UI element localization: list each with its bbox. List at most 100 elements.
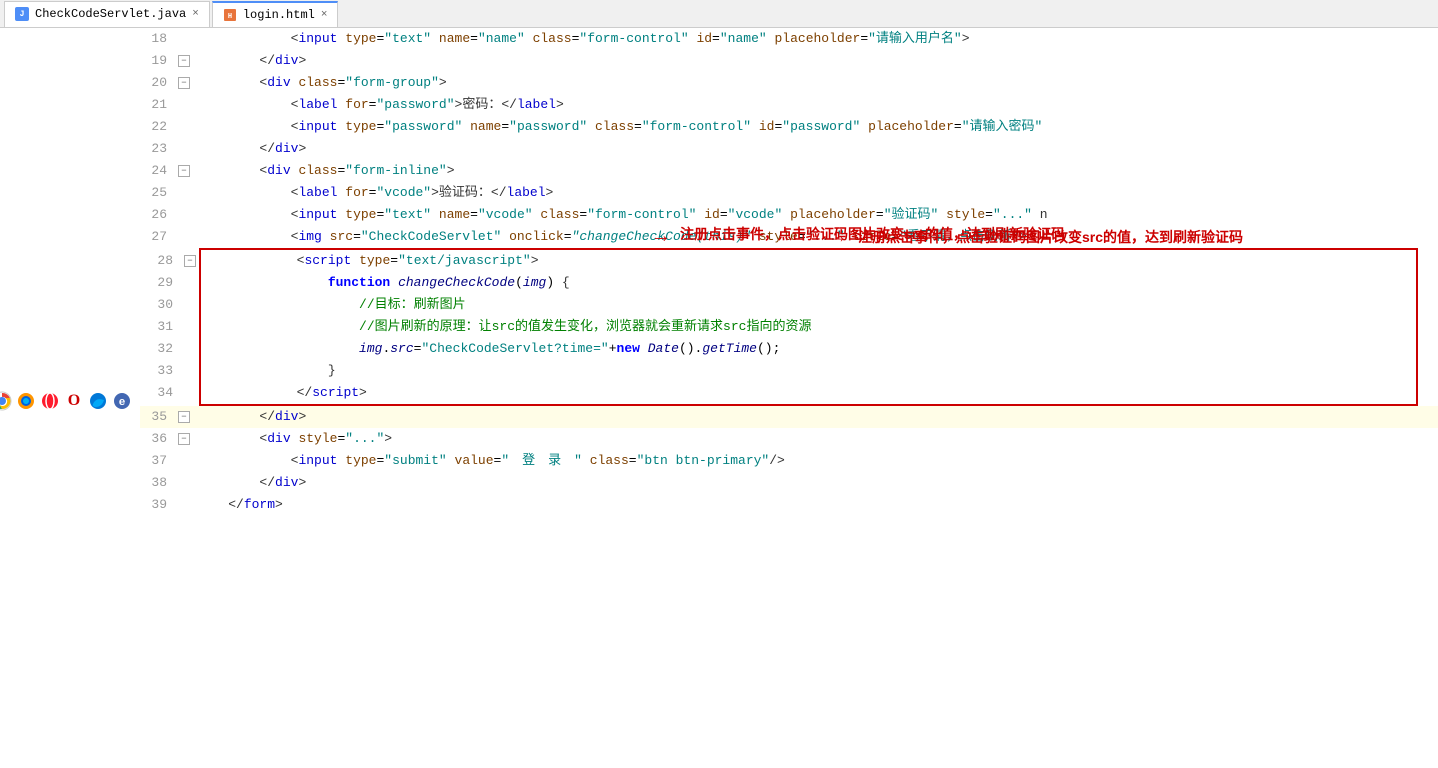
gutter-28: −: [181, 250, 199, 272]
fold-19[interactable]: −: [178, 55, 190, 67]
code-19: </div>: [193, 50, 306, 72]
code-18: <input type="text" name="name" class="fo…: [193, 28, 970, 50]
html-icon: H: [223, 8, 237, 22]
tab-html[interactable]: H login.html ×: [212, 1, 339, 27]
gutter-38: [175, 472, 193, 494]
line-34: 34 </script>: [146, 382, 1416, 404]
browser-icons: O e: [0, 34, 132, 768]
code-36: <div style="...">: [193, 428, 392, 450]
fold-28[interactable]: −: [184, 255, 196, 267]
code-37: <input type="submit" value=" 登 录 " class…: [193, 450, 785, 472]
code-27: <img src="CheckCodeServlet" onclick="cha…: [193, 226, 1027, 248]
gutter-22: [175, 116, 193, 138]
code-28: <script type="text/javascript">: [199, 250, 539, 272]
editor-container: O e 18 <input type="text" name="name" cl…: [0, 28, 1438, 762]
gutter-26: [175, 204, 193, 226]
gutter-34: [181, 382, 199, 404]
annotation-text: 注册点击事件，点击验证码图片改变src的值，达到刷新验证码: [858, 226, 1243, 248]
line-33: 33 }: [146, 360, 1416, 382]
line-number-38: 38: [140, 472, 175, 494]
code-32: img.src="CheckCodeServlet?time="+new Dat…: [199, 338, 780, 360]
gutter-27: [175, 226, 193, 248]
gutter-23: [175, 138, 193, 160]
gutter-36: −: [175, 428, 193, 450]
gutter-21: [175, 94, 193, 116]
tab-java-label: CheckCodeServlet.java: [35, 7, 186, 21]
line-number-30: 30: [146, 294, 181, 316]
line-19: 19 − </div>: [140, 50, 1438, 72]
line-18: 18 <input type="text" name="name" class=…: [140, 28, 1438, 50]
code-33: }: [199, 360, 336, 382]
svg-text:e: e: [119, 397, 126, 409]
line-23: 23 </div>: [140, 138, 1438, 160]
line-number-28: 28: [146, 250, 181, 272]
line-21: 21 <label for="password">密码：</label>: [140, 94, 1438, 116]
line-35: 35 − </div>: [140, 406, 1438, 428]
code-20: <div class="form-group">: [193, 72, 447, 94]
annotation-border-box: 28 − <script type="text/javascript"> 29: [199, 248, 1418, 406]
line-39: 39 </form>: [140, 494, 1438, 516]
opera-icon[interactable]: [40, 391, 60, 411]
gutter-37: [175, 450, 193, 472]
tab-java[interactable]: J CheckCodeServlet.java ×: [4, 1, 210, 27]
chrome-icon[interactable]: [0, 391, 12, 411]
tab-java-close[interactable]: ×: [192, 8, 199, 20]
line-number-25: 25: [140, 182, 175, 204]
code-35: </div>: [193, 406, 306, 428]
gutter-25: [175, 182, 193, 204]
edge-icon[interactable]: [88, 391, 108, 411]
line-38: 38 </div>: [140, 472, 1438, 494]
line-number-36: 36: [140, 428, 175, 450]
code-26: <input type="text" name="vcode" class="f…: [193, 204, 1048, 226]
fold-20[interactable]: −: [178, 77, 190, 89]
tab-bar: J CheckCodeServlet.java × H login.html ×: [0, 0, 1438, 28]
line-number-35: 35: [140, 406, 175, 428]
line-number-37: 37: [140, 450, 175, 472]
line-number-31: 31: [146, 316, 181, 338]
code-31: //图片刷新的原理：让src的值发生变化，浏览器就会重新请求src指向的资源: [199, 316, 811, 338]
line-31: 31 //图片刷新的原理：让src的值发生变化，浏览器就会重新请求src指向的资…: [146, 316, 1416, 338]
line-20: 20 − <div class="form-group">: [140, 72, 1438, 94]
annotation-arrow: →: [833, 227, 844, 249]
line-number-32: 32: [146, 338, 181, 360]
line-28: 28 − <script type="text/javascript">: [146, 250, 1416, 272]
line-number-34: 34: [146, 382, 181, 404]
line-30: 30 //目标：刷新图片: [146, 294, 1416, 316]
line-number-22: 22: [140, 116, 175, 138]
gutter-29: [181, 272, 199, 294]
code-30: //目标：刷新图片: [199, 294, 466, 316]
line-24: 24 − <div class="form-inline">: [140, 160, 1438, 182]
annotation-box-wrapper: 28 − <script type="text/javascript"> 29: [195, 248, 1438, 406]
ie-icon[interactable]: O: [64, 391, 84, 411]
code-21: <label for="password">密码：</label>: [193, 94, 564, 116]
line-29: 29 function changeCheckCode(img) {: [146, 272, 1416, 294]
gutter-24: −: [175, 160, 193, 182]
code-34: </script>: [199, 382, 367, 404]
gutter-35: −: [175, 406, 193, 428]
java-icon: J: [15, 7, 29, 21]
line-number-24: 24: [140, 160, 175, 182]
line-number-19: 19: [140, 50, 175, 72]
tab-html-close[interactable]: ×: [321, 9, 328, 21]
code-23: </div>: [193, 138, 306, 160]
firefox-icon[interactable]: [16, 391, 36, 411]
browser6-icon[interactable]: e: [112, 391, 132, 411]
line-27: 27 <img src="CheckCodeServlet" onclick="…: [140, 226, 1438, 248]
code-25: <label for="vcode">验证码：</label>: [193, 182, 553, 204]
fold-36[interactable]: −: [178, 433, 190, 445]
gutter-31: [181, 316, 199, 338]
line-22: 22 <input type="password" name="password…: [140, 116, 1438, 138]
gutter-18: [175, 28, 193, 50]
fold-24[interactable]: −: [178, 165, 190, 177]
gutter-32: [181, 338, 199, 360]
tab-html-label: login.html: [243, 8, 315, 22]
line-number-39: 39: [140, 494, 175, 516]
code-38: </div>: [193, 472, 306, 494]
fold-35[interactable]: −: [178, 411, 190, 423]
line-25: 25 <label for="vcode">验证码：</label>: [140, 182, 1438, 204]
gutter-33: [181, 360, 199, 382]
gutter-39: [175, 494, 193, 516]
gutter-19: −: [175, 50, 193, 72]
gutter-20: −: [175, 72, 193, 94]
line-number-18: 18: [140, 28, 175, 50]
